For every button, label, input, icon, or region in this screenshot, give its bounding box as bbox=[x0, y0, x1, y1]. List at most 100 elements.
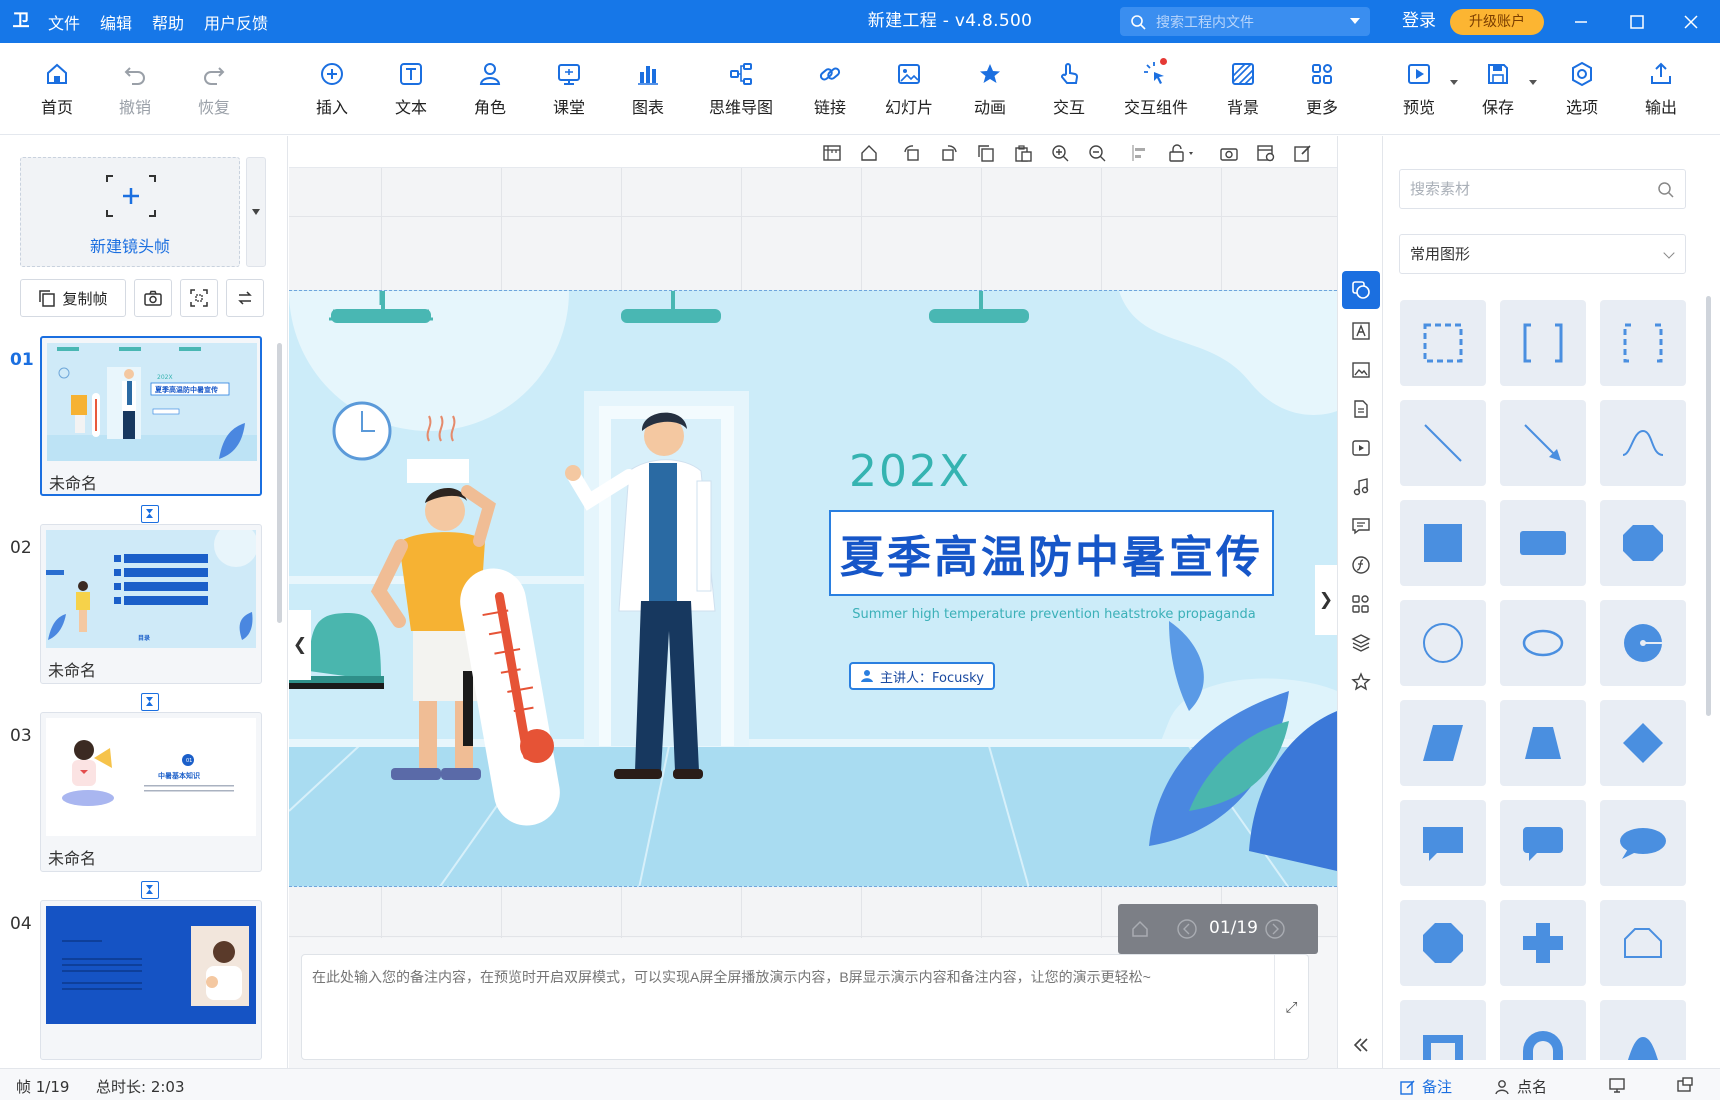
chevron-down-icon[interactable] bbox=[1350, 18, 1360, 24]
shape-ellipse-outline[interactable] bbox=[1500, 600, 1586, 686]
shape-folded-corner[interactable] bbox=[1600, 900, 1686, 986]
shape-category-select[interactable]: 常用图形 bbox=[1399, 234, 1686, 274]
mindmap-button[interactable]: 思维导图 bbox=[705, 60, 777, 118]
shape-frame[interactable] bbox=[1400, 1000, 1486, 1060]
chart-button[interactable]: 图表 bbox=[613, 60, 683, 118]
prev-frame-arrow[interactable]: ❮ bbox=[289, 610, 311, 680]
shape-pie[interactable] bbox=[1600, 600, 1686, 686]
paste-icon[interactable] bbox=[1013, 143, 1033, 163]
zoom-in-icon[interactable] bbox=[1050, 143, 1070, 163]
comment-tab[interactable] bbox=[1347, 512, 1375, 540]
menu-help[interactable]: 帮助 bbox=[152, 10, 184, 34]
shape-octagon[interactable] bbox=[1400, 900, 1486, 986]
menu-feedback[interactable]: 用户反馈 bbox=[204, 10, 268, 34]
shape-callout-ellipse[interactable] bbox=[1600, 800, 1686, 886]
interaction-button[interactable]: 交互 bbox=[1034, 60, 1104, 118]
preview-button[interactable]: 预览 bbox=[1384, 60, 1458, 118]
class-button[interactable]: 课堂 bbox=[534, 60, 604, 118]
shape-dashed-brackets[interactable] bbox=[1600, 300, 1686, 386]
shape-trapezoid[interactable] bbox=[1500, 700, 1586, 786]
layers-tab[interactable] bbox=[1347, 629, 1375, 657]
shape-octagon-rect[interactable] bbox=[1600, 500, 1686, 586]
shape-brackets[interactable] bbox=[1500, 300, 1586, 386]
ruler-icon[interactable] bbox=[822, 143, 842, 163]
rotate-left-icon[interactable] bbox=[902, 143, 922, 163]
shape-rounded-rect[interactable] bbox=[1500, 500, 1586, 586]
shape-bell[interactable] bbox=[1600, 1000, 1686, 1060]
shape-arch[interactable] bbox=[1500, 1000, 1586, 1060]
more-button[interactable]: 更多 bbox=[1287, 60, 1357, 118]
transition-icon[interactable] bbox=[141, 693, 159, 711]
shape-square[interactable] bbox=[1400, 500, 1486, 586]
new-frame-dropdown[interactable] bbox=[246, 157, 266, 267]
favorites-tab[interactable] bbox=[1347, 668, 1375, 696]
image-tab[interactable] bbox=[1347, 356, 1375, 384]
shape-callout-rect[interactable] bbox=[1400, 800, 1486, 886]
slide-card[interactable]: 01 中暑基本知识 未命名 bbox=[40, 712, 262, 872]
slide-item[interactable]: 04 bbox=[0, 900, 280, 1068]
transition-icon[interactable] bbox=[141, 881, 159, 899]
background-button[interactable]: 背景 bbox=[1208, 60, 1278, 118]
role-button[interactable]: 角色 bbox=[455, 60, 525, 118]
animation-button[interactable]: 动画 bbox=[955, 60, 1025, 118]
edit-icon[interactable] bbox=[1293, 143, 1313, 163]
shape-diamond[interactable] bbox=[1600, 700, 1686, 786]
shape-dashed-rect[interactable] bbox=[1400, 300, 1486, 386]
shape-curve[interactable] bbox=[1600, 400, 1686, 486]
slide-card[interactable] bbox=[40, 900, 262, 1060]
stage-year[interactable]: 202X bbox=[849, 446, 971, 497]
shape-line[interactable] bbox=[1400, 400, 1486, 486]
document-tab[interactable] bbox=[1347, 395, 1375, 423]
next-page-icon[interactable] bbox=[1264, 918, 1286, 940]
export-button[interactable]: 输出 bbox=[1626, 60, 1696, 118]
home-icon[interactable] bbox=[859, 143, 879, 163]
insert-button[interactable]: 插入 bbox=[297, 60, 367, 118]
upgrade-button[interactable]: 升级账户 bbox=[1450, 9, 1544, 35]
collapse-panel-button[interactable] bbox=[1347, 1031, 1375, 1059]
shape-parallelogram[interactable] bbox=[1400, 700, 1486, 786]
align-icon[interactable] bbox=[1130, 143, 1150, 163]
fit-screen-button[interactable] bbox=[1676, 1076, 1694, 1098]
slide-card-selected[interactable]: 202X 夏季高温防中暑宣传 未命名 bbox=[40, 336, 262, 496]
shape-arrow[interactable] bbox=[1500, 400, 1586, 486]
slide-item[interactable]: 01 202X 夏季高温防中暑宣传 未命名 bbox=[0, 336, 280, 541]
project-search-input[interactable]: 搜索工程内文件 bbox=[1120, 7, 1370, 36]
speaker-tag[interactable]: 主讲人：Focusky bbox=[849, 662, 995, 690]
lock-icon[interactable] bbox=[1167, 143, 1199, 163]
resource-scrollbar[interactable] bbox=[1706, 296, 1711, 716]
save-button[interactable]: 保存 bbox=[1463, 60, 1537, 118]
slide-stage[interactable]: 202X 夏季高温防中暑宣传 Summer high temperature p… bbox=[289, 290, 1337, 887]
minimize-button[interactable] bbox=[1556, 0, 1606, 43]
expand-notes-button[interactable]: ⤢ bbox=[1274, 955, 1308, 1059]
camera-icon[interactable] bbox=[1219, 143, 1239, 163]
screenshot-settings-icon[interactable] bbox=[1256, 143, 1276, 163]
transition-icon[interactable] bbox=[141, 505, 159, 523]
next-frame-arrow[interactable]: ❯ bbox=[1315, 565, 1337, 635]
copy-icon[interactable] bbox=[976, 143, 996, 163]
chevron-down-icon[interactable] bbox=[1450, 80, 1458, 85]
notes-toggle[interactable]: 备注 bbox=[1400, 1076, 1452, 1097]
text-button[interactable]: 文本 bbox=[376, 60, 446, 118]
widgets-tab[interactable] bbox=[1347, 590, 1375, 618]
zoom-out-icon[interactable] bbox=[1087, 143, 1107, 163]
widgets-button[interactable]: 交互组件 bbox=[1116, 58, 1196, 118]
new-frame-button[interactable]: 新建镜头帧 bbox=[20, 157, 240, 267]
maximize-button[interactable] bbox=[1612, 0, 1662, 43]
music-tab[interactable] bbox=[1347, 473, 1375, 501]
close-button[interactable] bbox=[1666, 0, 1716, 43]
shape-callout-rounded[interactable] bbox=[1500, 800, 1586, 886]
stage-subtitle[interactable]: Summer high temperature prevention heats… bbox=[829, 607, 1279, 622]
menu-edit[interactable]: 编辑 bbox=[100, 10, 132, 34]
chevron-down-icon[interactable] bbox=[1529, 80, 1537, 85]
slide-item[interactable]: 02 目录 未命名 bbox=[0, 524, 280, 729]
slides-button[interactable]: 幻灯片 bbox=[874, 60, 944, 118]
fit-frame-button[interactable] bbox=[180, 279, 218, 317]
link-button[interactable]: 链接 bbox=[795, 60, 865, 118]
search-icon[interactable] bbox=[1657, 181, 1675, 199]
shapes-tab[interactable] bbox=[1342, 271, 1380, 309]
copy-frame-button[interactable]: 复制帧 bbox=[20, 279, 126, 317]
formula-tab[interactable] bbox=[1347, 551, 1375, 579]
shape-cross[interactable] bbox=[1500, 900, 1586, 986]
frames-scrollbar[interactable] bbox=[277, 343, 282, 623]
notes-input[interactable] bbox=[312, 965, 1192, 1050]
